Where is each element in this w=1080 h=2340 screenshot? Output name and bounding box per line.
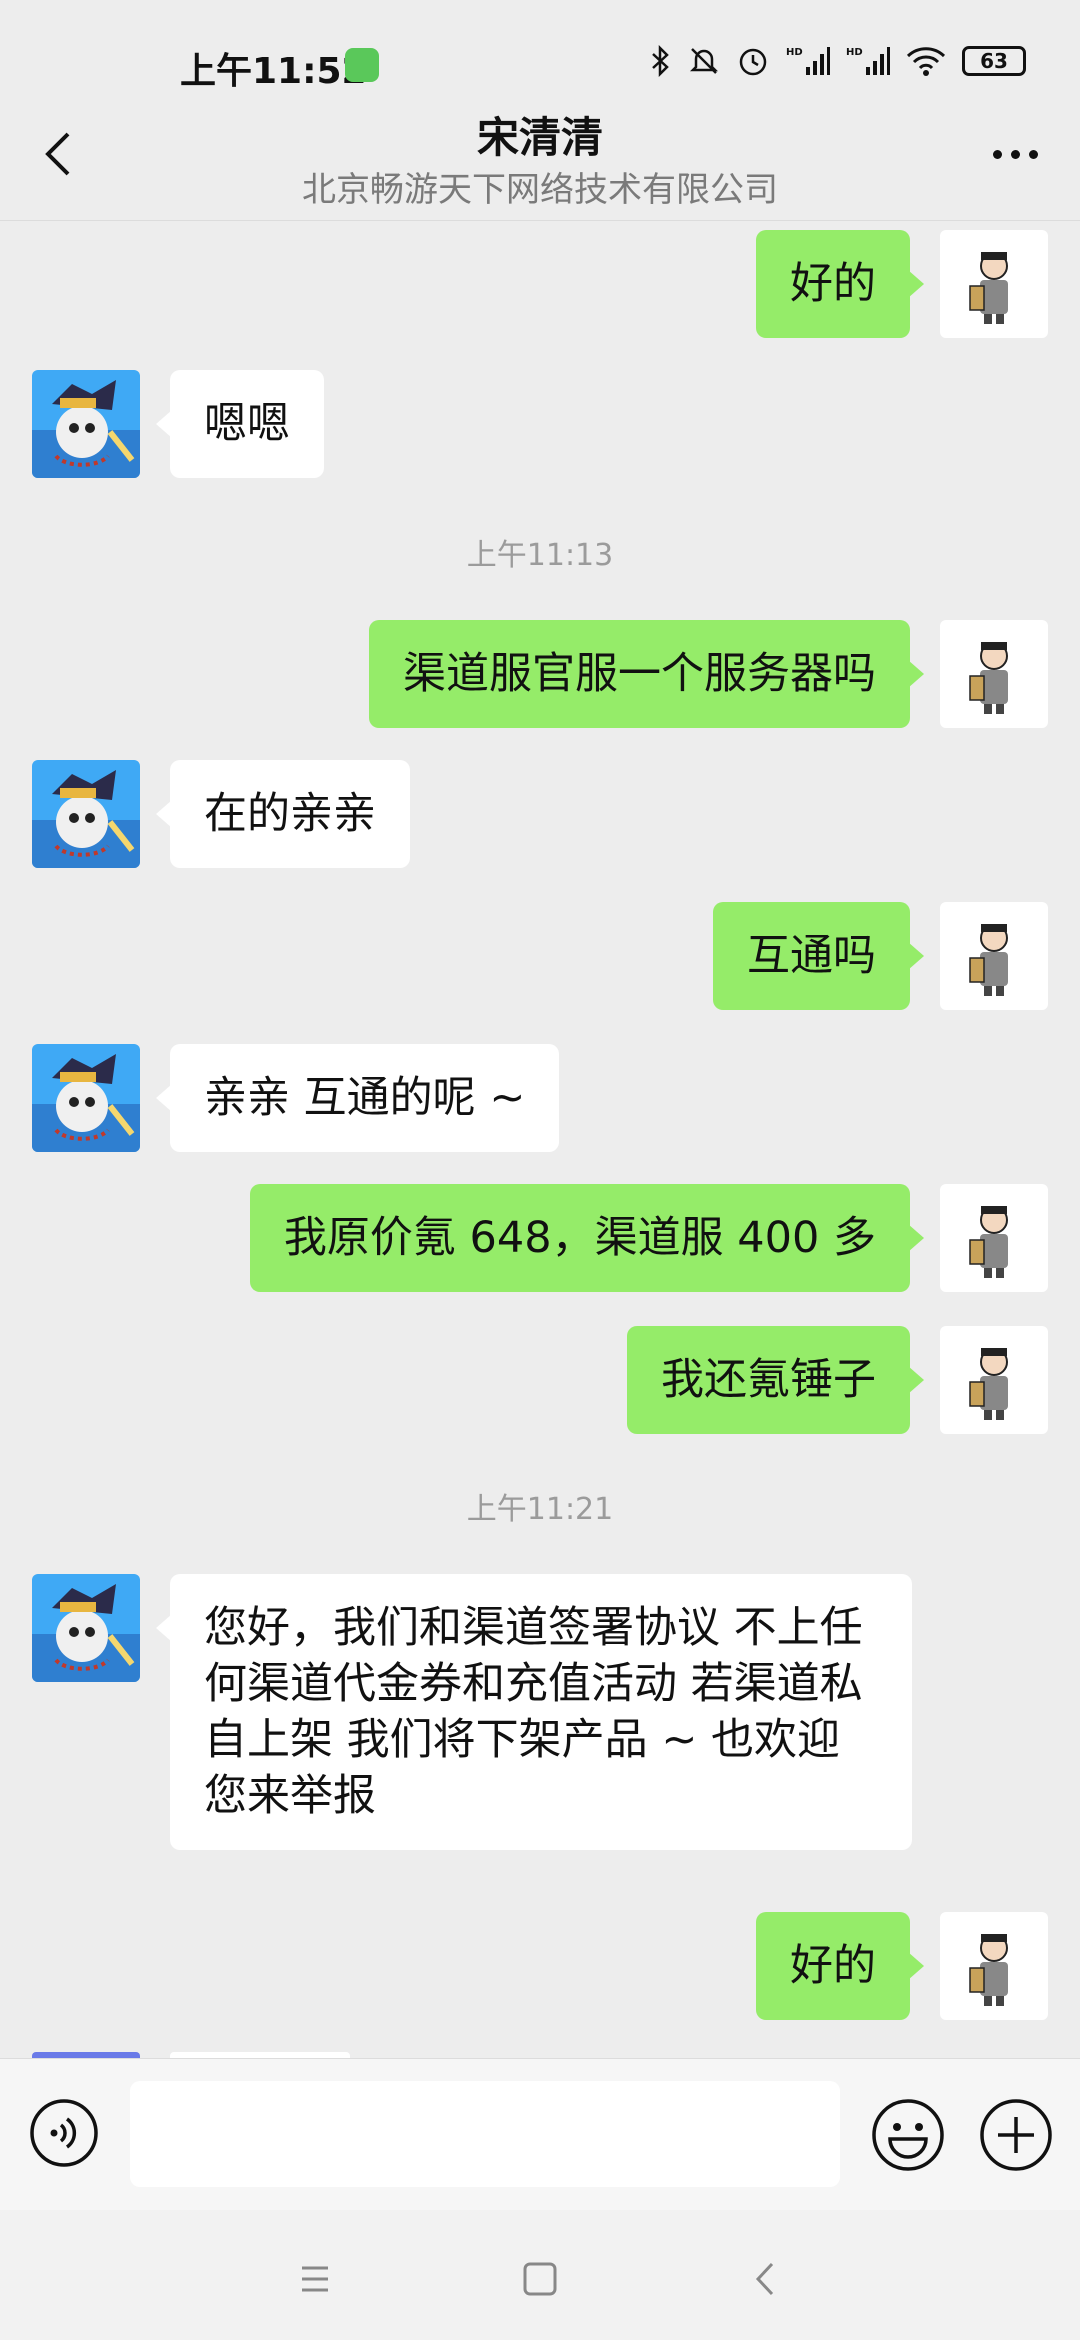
message-list[interactable]: 好的 嗯嗯 上午11:13 渠道服官服一个服务器吗 在的亲亲 互通吗 亲亲 互通… xyxy=(0,220,1080,2058)
more-options-button[interactable] xyxy=(980,134,1050,174)
message-bubble-outgoing[interactable]: 渠道服官服一个服务器吗 xyxy=(369,620,924,728)
message-bubble-outgoing[interactable]: 好的 xyxy=(756,230,924,338)
message-bubble-incoming[interactable]: 亲亲 互通的呢 ~ xyxy=(155,1044,560,1152)
game-character-avatar-icon xyxy=(32,1044,140,1152)
mute-icon xyxy=(689,48,719,74)
chat-header: 宋清清 北京畅游天下网络技术有限公司 xyxy=(0,96,1080,221)
system-navigation-bar xyxy=(0,2210,1080,2340)
message-bubble-outgoing[interactable]: 好的 xyxy=(756,1912,924,2020)
my-avatar[interactable] xyxy=(940,620,1048,728)
message-timestamp: 上午11:13 xyxy=(466,538,614,573)
menu-icon[interactable] xyxy=(290,2254,340,2304)
home-icon[interactable] xyxy=(515,2254,565,2304)
app-notification-icon xyxy=(345,48,379,82)
message-bubble-incoming[interactable]: 在的亲亲 xyxy=(156,760,410,868)
message-bubble-outgoing[interactable]: 我原价氪 648，渠道服 400 多 xyxy=(249,1184,925,1292)
more-dot xyxy=(1010,149,1020,159)
contact-avatar[interactable] xyxy=(32,1574,140,1682)
back-nav-icon[interactable] xyxy=(740,2254,790,2304)
cartoon-man-avatar-icon xyxy=(969,1934,1008,2006)
wifi-icon xyxy=(906,47,946,76)
my-avatar[interactable] xyxy=(940,902,1048,1010)
cartoon-man-avatar-icon xyxy=(969,252,1008,324)
input-bar xyxy=(0,2058,1080,2211)
cartoon-man-avatar-icon xyxy=(969,1206,1008,1278)
cartoon-man-avatar-icon xyxy=(969,642,1008,714)
svg-text:HD: HD xyxy=(846,47,863,58)
my-avatar[interactable] xyxy=(940,1912,1048,2020)
contact-avatar[interactable] xyxy=(32,370,140,478)
cartoon-man-avatar-icon xyxy=(969,924,1008,996)
message-bubble-outgoing[interactable]: 我还氪锤子 xyxy=(627,1326,924,1434)
bluetooth-icon xyxy=(652,45,669,77)
message-input[interactable] xyxy=(130,2081,840,2187)
battery-indicator: 63 xyxy=(962,46,1026,76)
chat-subtitle: 北京畅游天下网络技术有限公司 xyxy=(302,170,778,210)
game-character-avatar-icon xyxy=(32,760,140,868)
game-character-avatar-icon xyxy=(32,1574,140,1682)
more-dot xyxy=(992,149,1002,159)
hd-signal-icon: HD xyxy=(846,47,890,75)
emoji-button[interactable] xyxy=(870,2097,946,2173)
alarm-icon xyxy=(739,48,767,76)
more-dot xyxy=(1028,149,1038,159)
my-avatar[interactable] xyxy=(940,1184,1048,1292)
chat-title: 宋清清 xyxy=(476,113,603,162)
voice-input-button[interactable] xyxy=(28,2097,100,2169)
status-icons: HD HD 63 xyxy=(650,44,1026,78)
svg-text:HD: HD xyxy=(786,47,803,58)
contact-avatar[interactable] xyxy=(32,760,140,868)
message-bubble-outgoing[interactable]: 互通吗 xyxy=(713,902,924,1010)
message-timestamp: 上午11:21 xyxy=(466,1492,614,1527)
battery-level: 63 xyxy=(980,49,1008,73)
hd-signal-icon: HD xyxy=(786,47,830,75)
message-bubble-incoming[interactable]: 您好，我们和渠道签署协议 不上任何渠道代金券和充值活动 若渠道私自上架 我们将下… xyxy=(156,1574,912,1850)
more-functions-button[interactable] xyxy=(978,2097,1054,2173)
game-character-avatar-icon xyxy=(32,370,140,478)
status-time: 上午11:52 xyxy=(180,51,367,92)
my-avatar[interactable] xyxy=(940,230,1048,338)
message-bubble-incoming[interactable]: 嗯嗯 xyxy=(156,370,324,478)
my-avatar[interactable] xyxy=(940,1326,1048,1434)
cartoon-man-avatar-icon xyxy=(969,1348,1008,1420)
contact-avatar[interactable] xyxy=(32,1044,140,1152)
